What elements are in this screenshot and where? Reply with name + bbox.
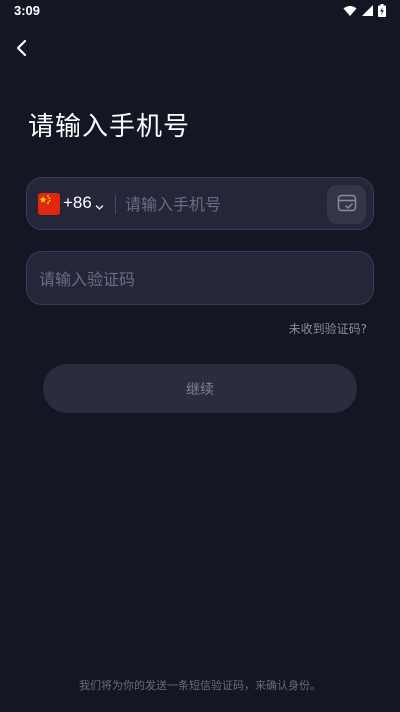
country-code: +86 (63, 193, 92, 212)
phone-input[interactable] (125, 190, 325, 218)
divider (115, 195, 116, 214)
status-bar: 3:09 (0, 0, 400, 24)
sim-autofill-button[interactable] (327, 185, 366, 224)
verification-code-input[interactable] (39, 265, 359, 293)
battery-charging-icon (378, 4, 386, 17)
phone-field: +86 (26, 177, 374, 230)
chevron-left-icon (15, 39, 29, 61)
back-button[interactable] (8, 36, 36, 64)
status-icons (343, 4, 386, 17)
country-code-selector[interactable]: +86 (38, 178, 133, 231)
login-screen: 3:09 请输入手机号 +86 请输入手机号 请输入验证码 未收到验证码? 继续… (0, 0, 400, 712)
wifi-icon (343, 5, 357, 17)
page-title: 请输入手机号 (28, 112, 191, 142)
no-code-received-link[interactable]: 未收到验证码? (289, 320, 367, 337)
chevron-down-icon (95, 197, 104, 216)
sim-card-icon (337, 194, 357, 216)
signal-icon (362, 5, 373, 16)
status-time: 3:09 (14, 3, 41, 18)
footer-note: 我们将为你的发送一条短信验证码，来确认身份。 (79, 679, 321, 692)
verification-code-field (26, 251, 374, 305)
china-flag-icon (38, 193, 60, 215)
continue-button[interactable]: 继续 (43, 364, 357, 413)
